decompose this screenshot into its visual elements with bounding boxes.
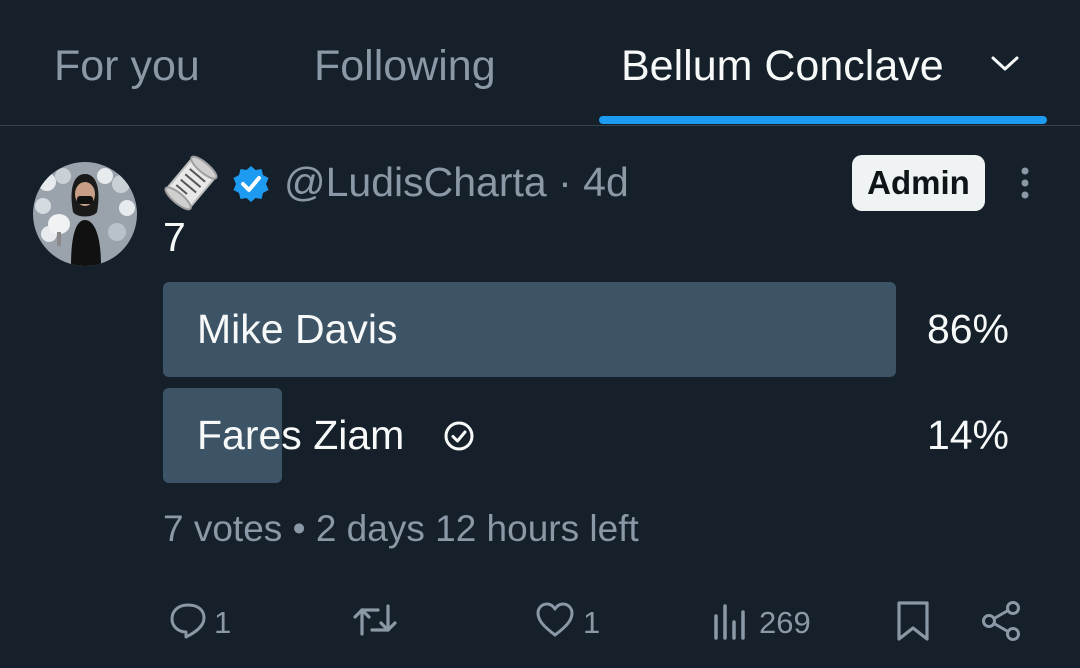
poll-option: Fares Ziam 14% (163, 388, 1015, 483)
chevron-down-icon[interactable] (990, 54, 1020, 74)
scroll-icon (164, 155, 218, 211)
post-age[interactable]: 4d (583, 159, 629, 205)
poll-option: Mike Davis 86% (163, 282, 1015, 377)
poll-option-label: Mike Davis (197, 306, 398, 352)
poll-meta: 7 votes • 2 days 12 hours left (163, 505, 639, 553)
tab-for-you[interactable]: For you (54, 40, 200, 92)
like-button[interactable]: 1 (535, 598, 615, 646)
view-count: 269 (759, 605, 811, 640)
repost-icon (353, 604, 397, 636)
bookmark-icon[interactable] (895, 600, 931, 642)
views-chart-icon (714, 604, 745, 640)
more-vertical-icon[interactable] (1010, 163, 1040, 203)
views-button[interactable]: 269 (712, 598, 832, 646)
post-meta[interactable]: @LudisCharta · 4d (284, 156, 629, 208)
meta-separator: · (558, 159, 572, 205)
check-circle-icon (444, 421, 474, 451)
verified-badge-icon[interactable] (231, 164, 271, 204)
poll-meta-separator: • (292, 508, 306, 549)
avatar[interactable] (33, 162, 137, 266)
poll-option-percent: 14% (926, 412, 1009, 458)
poll-option-label: Fares Ziam (197, 412, 405, 458)
reply-icon (170, 603, 206, 639)
poll-time-left: 2 days 12 hours left (315, 508, 639, 549)
poll-option-percent: 86% (926, 306, 1009, 352)
repost-button[interactable] (352, 598, 402, 646)
poll-votes: 7 votes (163, 508, 283, 549)
reply-button[interactable]: 1 (168, 598, 248, 646)
heart-icon (536, 602, 574, 637)
post-text: 7 (163, 214, 186, 260)
timeline-tabs: For you Following Bellum Conclave (0, 0, 1080, 126)
tab-following[interactable]: Following (314, 40, 496, 92)
author-handle[interactable]: @LudisCharta (284, 159, 547, 205)
tab-bellum-conclave[interactable]: Bellum Conclave (621, 40, 944, 92)
tabs-divider (0, 125, 1080, 126)
like-count: 1 (583, 605, 601, 640)
reply-count: 1 (214, 605, 232, 640)
active-tab-indicator (599, 116, 1047, 124)
admin-badge: Admin (852, 155, 985, 211)
share-icon[interactable] (980, 600, 1022, 642)
